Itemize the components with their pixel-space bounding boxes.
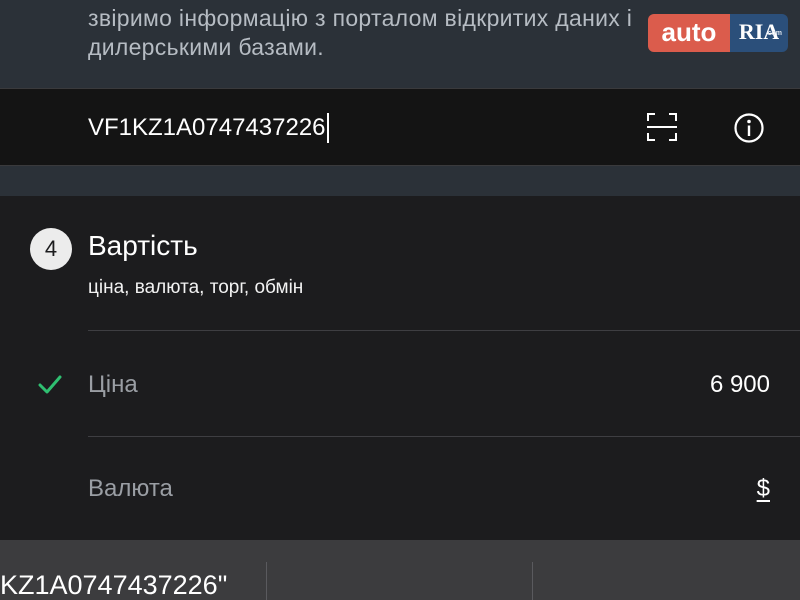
logo-ria-text: RIA .com bbox=[730, 14, 788, 52]
logo-com-text: .com bbox=[765, 30, 782, 37]
section-spacer bbox=[0, 166, 800, 196]
divider bbox=[88, 436, 800, 437]
scan-frame-icon[interactable] bbox=[646, 112, 678, 142]
vin-input[interactable]: VF1KZ1A0747437226 bbox=[88, 113, 329, 143]
autoria-logo: auto RIA .com bbox=[648, 10, 790, 54]
currency-row-label: Валюта bbox=[88, 475, 173, 502]
currency-value[interactable]: $ bbox=[757, 474, 770, 504]
keyboard-suggestion[interactable]: KZ1A0747437226" bbox=[0, 570, 227, 600]
info-circle-icon[interactable] bbox=[733, 112, 765, 144]
price-value[interactable]: 6 900 bbox=[710, 370, 770, 400]
vin-value: VF1KZ1A0747437226 bbox=[88, 114, 326, 141]
vin-input-row[interactable]: VF1KZ1A0747437226 bbox=[0, 88, 800, 166]
price-row-label: Ціна bbox=[88, 371, 138, 398]
suggestion-separator bbox=[532, 562, 533, 600]
section-subtitle: ціна, валюта, торг, обмін bbox=[88, 277, 304, 298]
step-number-badge: 4 bbox=[30, 228, 72, 270]
logo-auto-text: auto bbox=[648, 14, 730, 52]
section-title: Вартість bbox=[88, 230, 198, 261]
text-caret bbox=[326, 113, 329, 143]
suggestion-separator bbox=[266, 562, 267, 600]
check-icon bbox=[38, 375, 62, 394]
divider bbox=[88, 330, 800, 331]
